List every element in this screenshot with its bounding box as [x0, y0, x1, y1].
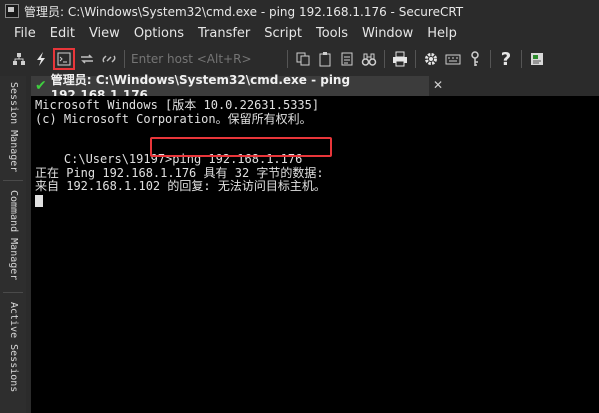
window-title: 管理员: C:\Windows\System32\cmd.exe - ping …: [24, 4, 464, 19]
terminal-command-line: C:\Users\19197>ping 192.168.1.176: [35, 136, 599, 166]
terminal-line: 来自 192.168.1.102 的回复: 无法访问目标主机。: [35, 179, 326, 193]
session-tab-strip: ✔ 管理员: C:\Windows\System32\cmd.exe - pin…: [31, 73, 599, 102]
find-icon[interactable]: [337, 49, 357, 69]
terminal-line: 正在 Ping 192.168.1.176 具有 32 字节的数据:: [35, 165, 324, 180]
sidebar-divider: [3, 292, 23, 293]
menu-options[interactable]: Options: [127, 23, 191, 45]
connect-shell-icon[interactable]: [53, 48, 75, 70]
sidebar-tab-command-manager[interactable]: Command Manager: [4, 190, 22, 280]
key-icon[interactable]: [465, 49, 485, 69]
menu-transfer[interactable]: Transfer: [191, 23, 257, 45]
menu-window[interactable]: Window: [355, 23, 420, 45]
sidebar-tab-active-sessions[interactable]: Active Sessions: [4, 302, 22, 392]
close-tab-icon[interactable]: ✕: [433, 78, 443, 92]
toolbar-separator: [124, 50, 125, 68]
toolbar-separator: [287, 50, 288, 68]
menu-tools[interactable]: Tools: [309, 23, 355, 45]
paste-icon[interactable]: [315, 49, 335, 69]
connected-check-icon: ✔: [35, 78, 47, 94]
side-panel: Session Manager Command Manager Active S…: [0, 76, 26, 413]
securecrt-app-icon: [5, 4, 19, 18]
settings-icon[interactable]: [421, 49, 441, 69]
toolbar: ?: [0, 46, 599, 72]
terminal-line: (c) Microsoft Corporation。保留所有权利。: [35, 111, 312, 126]
quick-connect-icon[interactable]: [31, 49, 51, 69]
quick-connect-input[interactable]: [129, 49, 283, 69]
menu-help[interactable]: Help: [420, 23, 464, 45]
toolbar-separator: [521, 50, 522, 68]
sidebar-tab-session-manager[interactable]: Session Manager: [4, 82, 22, 172]
help-icon[interactable]: ?: [496, 49, 516, 70]
terminal-line: Microsoft Windows [版本 10.0.22631.5335]: [35, 98, 320, 112]
clipboard-icon[interactable]: [527, 49, 547, 69]
binoculars-icon[interactable]: [359, 49, 379, 69]
copy-icon[interactable]: [293, 49, 313, 69]
reconnect-icon[interactable]: [77, 49, 97, 69]
keymap-icon[interactable]: [443, 49, 463, 69]
menu-file[interactable]: File: [0, 23, 43, 45]
sidebar-divider: [3, 180, 23, 181]
toolbar-separator: [415, 50, 416, 68]
terminal-view[interactable]: Microsoft Windows [版本 10.0.22631.5335] (…: [31, 96, 599, 413]
connect-icon[interactable]: [9, 49, 29, 69]
toolbar-separator: [384, 50, 385, 68]
toolbar-separator: [490, 50, 491, 68]
menu-edit[interactable]: Edit: [43, 23, 82, 45]
menu-view[interactable]: View: [82, 23, 127, 45]
print-icon[interactable]: [390, 49, 410, 69]
menu-script[interactable]: Script: [257, 23, 309, 45]
disconnect-icon[interactable]: [99, 49, 119, 69]
session-tab[interactable]: ✔ 管理员: C:\Windows\System32\cmd.exe - pin…: [31, 73, 429, 102]
menu-bar: File Edit View Options Transfer Script T…: [0, 23, 599, 45]
title-bar: 管理员: C:\Windows\System32\cmd.exe - ping …: [0, 0, 599, 22]
terminal-cursor: [35, 194, 43, 207]
